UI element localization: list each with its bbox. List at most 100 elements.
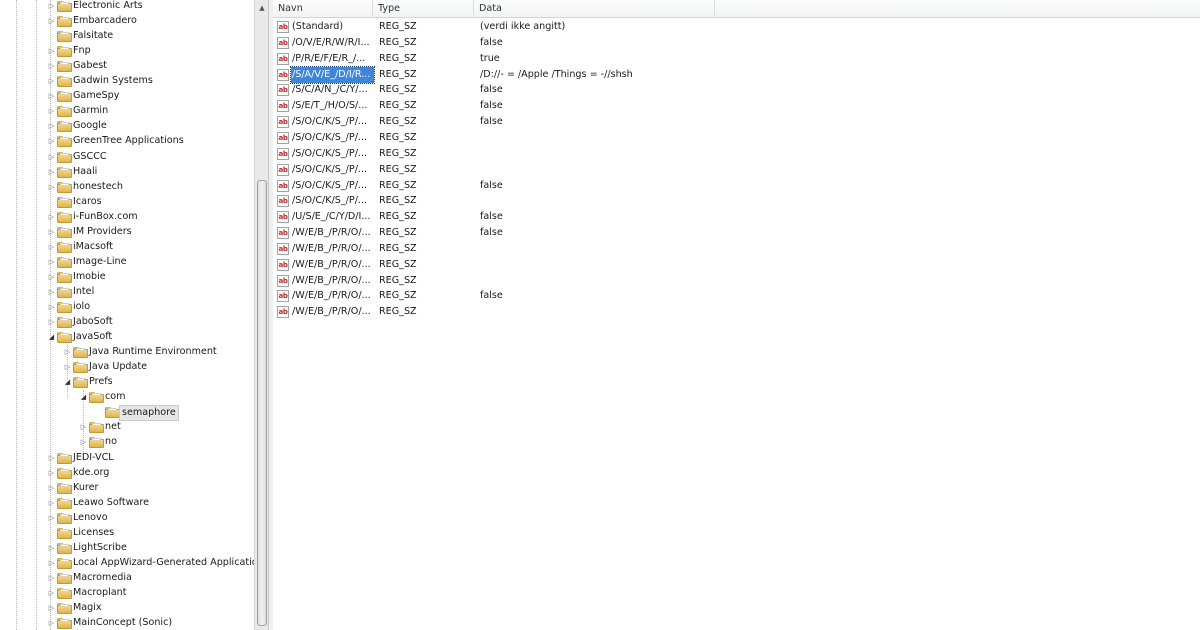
value-row[interactable]: ab/W/E/B_/P/R/O/... REG_SZ false: [273, 225, 1200, 241]
collapsed-triangle-icon[interactable]: ▷: [47, 556, 56, 571]
value-row[interactable]: ab/O/V/E/R/W/R/I... REG_SZ false: [273, 35, 1200, 51]
collapsed-triangle-icon[interactable]: ▷: [47, 165, 56, 180]
collapsed-triangle-icon[interactable]: ▷: [47, 315, 56, 330]
tree-item[interactable]: semaphore: [0, 405, 254, 422]
tree-item[interactable]: ▷ Magix: [0, 601, 254, 616]
tree-item[interactable]: ▷ Gabest: [0, 59, 254, 74]
collapsed-triangle-icon[interactable]: ▷: [47, 616, 56, 630]
value-row[interactable]: ab/S/O/C/K/S_/P/... REG_SZ false: [273, 114, 1200, 130]
value-row[interactable]: ab/U/S/E_/C/Y/D/I... REG_SZ false: [273, 209, 1200, 225]
value-row[interactable]: ab/W/E/B_/P/R/O/... REG_SZ: [273, 304, 1200, 320]
tree-item[interactable]: ◢ JavaSoft: [0, 330, 254, 345]
value-row[interactable]: ab/S/A/V/E_/D/I/R... REG_SZ/D://- = /Appl…: [273, 65, 1200, 84]
collapsed-triangle-icon[interactable]: ▷: [47, 210, 56, 225]
tree-item[interactable]: ▷ Gadwin Systems: [0, 74, 254, 89]
collapsed-triangle-icon[interactable]: ▷: [79, 420, 88, 435]
tree-item[interactable]: ▷ Local AppWizard-Generated Applications: [0, 556, 254, 571]
collapsed-triangle-icon[interactable]: ▷: [47, 104, 56, 119]
collapsed-triangle-icon[interactable]: ▷: [47, 225, 56, 240]
tree-item[interactable]: ▷ LightScribe: [0, 541, 254, 556]
scrollbar-thumb[interactable]: [257, 180, 267, 626]
collapsed-triangle-icon[interactable]: ▷: [47, 119, 56, 134]
tree-item[interactable]: ▷ Embarcadero: [0, 14, 254, 29]
tree-item[interactable]: ▷ Garmin: [0, 104, 254, 119]
tree-item[interactable]: ▷ Fnp: [0, 44, 254, 59]
collapsed-triangle-icon[interactable]: ▷: [47, 451, 56, 466]
collapsed-triangle-icon[interactable]: ▷: [47, 571, 56, 586]
collapsed-triangle-icon[interactable]: ▷: [47, 180, 56, 195]
tree-item[interactable]: ▷ IM Providers: [0, 225, 254, 240]
tree-item[interactable]: ▷ GameSpy: [0, 89, 254, 104]
value-row[interactable]: ab/S/O/C/K/S_/P/... REG_SZ: [273, 162, 1200, 178]
value-row[interactable]: ab/W/E/B_/P/R/O/... REG_SZ: [273, 273, 1200, 289]
collapsed-triangle-icon[interactable]: ▷: [63, 360, 72, 375]
registry-key-tree[interactable]: ▷ Electronic Arts ▷ Embarcadero Falsitate ▷ Fn…: [0, 0, 254, 630]
tree-item[interactable]: ▷ Haali: [0, 165, 254, 180]
value-row[interactable]: ab/W/E/B_/P/R/O/... REG_SZ: [273, 241, 1200, 257]
tree-item[interactable]: ▷ Leawo Software: [0, 496, 254, 511]
collapsed-triangle-icon[interactable]: ▷: [47, 89, 56, 104]
tree-item[interactable]: Icaros: [0, 195, 254, 210]
expanded-triangle-icon[interactable]: ◢: [79, 390, 88, 405]
collapsed-triangle-icon[interactable]: ▷: [47, 285, 56, 300]
tree-item[interactable]: ▷ MainConcept (Sonic): [0, 616, 254, 630]
value-row[interactable]: ab (Standard) REG_SZ (verdi ikke angitt): [273, 19, 1200, 35]
tree-item[interactable]: ▷ Macromedia: [0, 571, 254, 586]
tree-item[interactable]: ▷ Google: [0, 119, 254, 134]
tree-item[interactable]: ▷ GreenTree Applications: [0, 134, 254, 149]
collapsed-triangle-icon[interactable]: ▷: [79, 435, 88, 450]
column-header-type[interactable]: Type: [373, 0, 474, 17]
column-header-data[interactable]: Data: [474, 0, 715, 17]
collapsed-triangle-icon[interactable]: ▷: [47, 541, 56, 556]
collapsed-triangle-icon[interactable]: ▷: [47, 496, 56, 511]
registry-values-list[interactable]: Navn Type Data ab (Standard) REG_SZ (verdi …: [273, 0, 1200, 630]
value-row[interactable]: ab/S/O/C/K/S_/P/... REG_SZ: [273, 146, 1200, 162]
value-row[interactable]: ab/S/O/C/K/S_/P/... REG_SZ false: [273, 178, 1200, 194]
value-row[interactable]: ab/S/O/C/K/S_/P/... REG_SZ: [273, 130, 1200, 146]
collapsed-triangle-icon[interactable]: ▷: [47, 0, 56, 14]
collapsed-triangle-icon[interactable]: ▷: [47, 240, 56, 255]
tree-item[interactable]: Licenses: [0, 526, 254, 541]
value-row[interactable]: ab/S/C/A/N_/C/Y/... REG_SZ false: [273, 82, 1200, 98]
collapsed-triangle-icon[interactable]: ▷: [47, 59, 56, 74]
collapsed-triangle-icon[interactable]: ▷: [47, 300, 56, 315]
collapsed-triangle-icon[interactable]: ▷: [47, 270, 56, 285]
value-row[interactable]: ab/W/E/B_/P/R/O/... REG_SZ false: [273, 288, 1200, 304]
collapsed-triangle-icon[interactable]: ▷: [63, 345, 72, 360]
tree-item[interactable]: ◢ Prefs: [0, 375, 254, 390]
tree-item[interactable]: ▷ JaboSoft: [0, 315, 254, 330]
expanded-triangle-icon[interactable]: ◢: [47, 330, 56, 345]
collapsed-triangle-icon[interactable]: ▷: [47, 74, 56, 89]
tree-item[interactable]: ▷ honestech: [0, 180, 254, 195]
tree-item[interactable]: ▷ iMacsoft: [0, 240, 254, 255]
tree-item[interactable]: Falsitate: [0, 29, 254, 44]
tree-item[interactable]: ▷ kde.org: [0, 466, 254, 481]
tree-item[interactable]: ▷ Java Update: [0, 360, 254, 375]
tree-item[interactable]: ▷ JEDI-VCL: [0, 451, 254, 466]
collapsed-triangle-icon[interactable]: ▷: [47, 481, 56, 496]
value-row[interactable]: ab/W/E/B_/P/R/O/... REG_SZ: [273, 257, 1200, 273]
tree-item[interactable]: ◢ com: [0, 390, 254, 405]
collapsed-triangle-icon[interactable]: ▷: [47, 255, 56, 270]
tree-item[interactable]: ▷ Java Runtime Environment: [0, 345, 254, 360]
tree-item[interactable]: ▷ Intel: [0, 285, 254, 300]
value-row[interactable]: ab/S/E/T_/H/O/S/... REG_SZ false: [273, 98, 1200, 114]
collapsed-triangle-icon[interactable]: ▷: [47, 44, 56, 59]
collapsed-triangle-icon[interactable]: ▷: [47, 511, 56, 526]
tree-item[interactable]: ▷ GSCCC: [0, 150, 254, 165]
tree-item[interactable]: ▷ Image-Line: [0, 255, 254, 270]
tree-item[interactable]: ▷ Imobie: [0, 270, 254, 285]
column-header-name[interactable]: Navn: [273, 0, 373, 17]
tree-item[interactable]: ▷ Macroplant: [0, 586, 254, 601]
tree-item[interactable]: ▷ i-FunBox.com: [0, 210, 254, 225]
expanded-triangle-icon[interactable]: ◢: [63, 375, 72, 390]
scroll-up-arrow-icon[interactable]: ▲: [255, 0, 269, 16]
value-row[interactable]: ab/S/O/C/K/S_/P/... REG_SZ: [273, 193, 1200, 209]
collapsed-triangle-icon[interactable]: ▷: [47, 466, 56, 481]
tree-vertical-scrollbar[interactable]: ▲: [254, 0, 269, 630]
tree-item[interactable]: ▷ iolo: [0, 300, 254, 315]
tree-item[interactable]: ▷ Electronic Arts: [0, 0, 254, 14]
tree-item[interactable]: ▷ no: [0, 435, 254, 450]
tree-item[interactable]: ▷ Lenovo: [0, 511, 254, 526]
tree-item[interactable]: ▷ net: [0, 420, 254, 435]
